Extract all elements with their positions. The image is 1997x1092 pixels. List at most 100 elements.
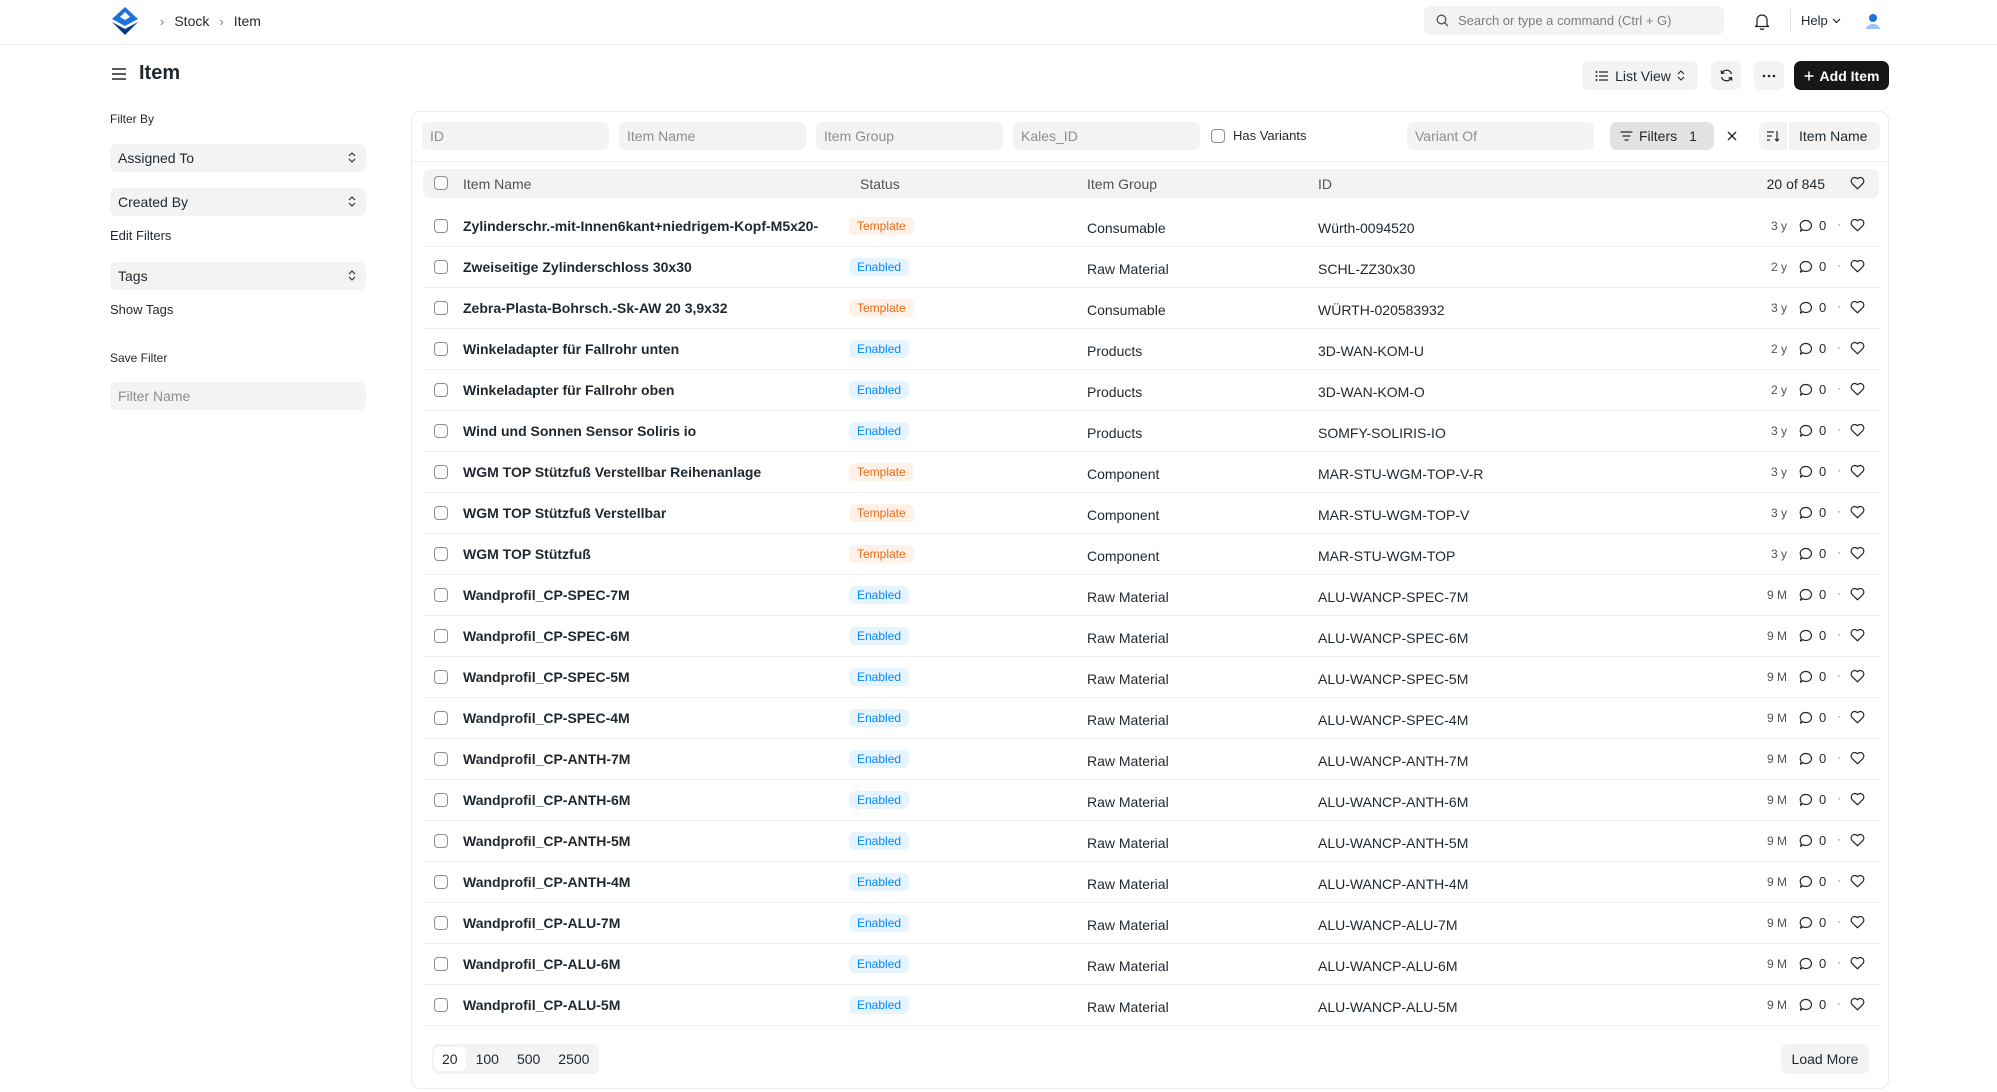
comment-count[interactable]: 0 [1799,874,1826,889]
like-heart-icon[interactable] [1850,587,1865,601]
page-size-option[interactable]: 20 [434,1047,466,1071]
like-heart-icon[interactable] [1850,546,1865,560]
item-name-link[interactable]: WGM TOP Stützfuß [463,546,591,562]
like-heart-icon[interactable] [1850,997,1865,1011]
like-heart-icon[interactable] [1850,382,1865,396]
comment-count[interactable]: 0 [1799,751,1826,766]
item-group-filter-input[interactable] [816,122,1003,150]
item-name-link[interactable]: Wandprofil_CP-SPEC-4M [463,710,630,726]
comment-count[interactable]: 0 [1799,710,1826,725]
has-variants-checkbox[interactable] [1211,128,1225,143]
item-name-link[interactable]: Wind und Sonnen Sensor Soliris io [463,423,696,439]
like-heart-icon[interactable] [1850,218,1865,232]
table-row[interactable]: Wandprofil_CP-SPEC-5M Enabled Raw Material… [423,657,1879,698]
like-heart-icon[interactable] [1850,628,1865,642]
created-by-select[interactable]: Created By [110,188,366,216]
row-checkbox[interactable] [434,424,448,438]
page-size-option[interactable]: 2500 [550,1047,597,1071]
table-row[interactable]: Wandprofil_CP-ALU-7M Enabled Raw Material A… [423,903,1879,944]
like-heart-icon[interactable] [1850,669,1865,683]
comment-count[interactable]: 0 [1799,587,1826,602]
table-row[interactable]: Wandprofil_CP-ALU-6M Enabled Raw Material A… [423,944,1879,985]
comment-count[interactable]: 0 [1799,997,1826,1012]
item-name-link[interactable]: Winkeladapter für Fallrohr oben [463,382,674,398]
item-name-link[interactable]: Wandprofil_CP-SPEC-6M [463,628,630,644]
table-row[interactable]: Wandprofil_CP-SPEC-7M Enabled Raw Material… [423,575,1879,616]
comment-count[interactable]: 0 [1799,341,1826,356]
load-more-button[interactable]: Load More [1781,1044,1869,1074]
row-checkbox[interactable] [434,588,448,602]
item-name-link[interactable]: WGM TOP Stützfuß Verstellbar Reihenanlag… [463,464,761,480]
item-name-link[interactable]: WGM TOP Stützfuß Verstellbar [463,505,666,521]
user-avatar-icon[interactable] [1862,10,1884,32]
item-name-link[interactable]: Zweiseitige Zylinderschloss 30x30 [463,259,692,275]
table-row[interactable]: Zweiseitige Zylinderschloss 30x30 Enabled… [423,247,1879,288]
like-heart-icon[interactable] [1850,915,1865,929]
row-checkbox[interactable] [434,957,448,971]
like-heart-icon[interactable] [1850,874,1865,888]
row-checkbox[interactable] [434,465,448,479]
item-name-filter-input[interactable] [619,122,806,150]
id-filter-input[interactable] [422,122,609,150]
sidebar-toggle-icon[interactable] [110,65,128,83]
page-size-option[interactable]: 100 [468,1047,507,1071]
sort-direction-button[interactable] [1759,122,1787,150]
table-row[interactable]: Wind und Sonnen Sensor Soliris io Enabled… [423,411,1879,452]
row-checkbox[interactable] [434,506,448,520]
row-checkbox[interactable] [434,916,448,930]
comment-count[interactable]: 0 [1799,423,1826,438]
table-row[interactable]: Zebra-Plasta-Bohrsch.-Sk-AW 20 3,9x32 Tem… [423,288,1879,329]
table-row[interactable]: Wandprofil_CP-ANTH-6M Enabled Raw Material… [423,780,1879,821]
comment-count[interactable]: 0 [1799,915,1826,930]
table-row[interactable]: WGM TOP Stützfuß Verstellbar Reihenanlag… [423,452,1879,493]
item-name-link[interactable]: Wandprofil_CP-ANTH-6M [463,792,630,808]
row-checkbox[interactable] [434,342,448,356]
table-row[interactable]: Wandprofil_CP-SPEC-4M Enabled Raw Material… [423,698,1879,739]
row-checkbox[interactable] [434,547,448,561]
row-checkbox[interactable] [434,260,448,274]
row-checkbox[interactable] [434,301,448,315]
comment-count[interactable]: 0 [1799,833,1826,848]
row-checkbox[interactable] [434,998,448,1012]
show-tags-link[interactable]: Show Tags [110,302,173,317]
like-heart-icon[interactable] [1850,259,1865,273]
filters-button[interactable]: Filters 1 [1610,122,1714,150]
like-heart-icon[interactable] [1850,505,1865,519]
search-bar[interactable]: Search or type a command (Ctrl + G) [1424,6,1724,35]
like-heart-icon[interactable] [1850,300,1865,314]
comment-count[interactable]: 0 [1799,792,1826,807]
table-row[interactable]: Zylinderschr.-mit-Innen6kant+niedrigem-K… [423,206,1879,247]
item-name-link[interactable]: Zylinderschr.-mit-Innen6kant+niedrigem-K… [463,218,818,234]
comment-count[interactable]: 0 [1799,464,1826,479]
like-heart-icon[interactable] [1850,423,1865,437]
comment-count[interactable]: 0 [1799,218,1826,233]
has-variants-filter[interactable]: Has Variants [1211,128,1306,143]
like-heart-icon[interactable] [1850,341,1865,355]
row-checkbox[interactable] [434,670,448,684]
comment-count[interactable]: 0 [1799,259,1826,274]
select-all-checkbox[interactable] [434,176,448,190]
like-heart-icon[interactable] [1850,956,1865,970]
table-row[interactable]: Winkeladapter für Fallrohr oben Enabled Pr… [423,370,1879,411]
item-name-link[interactable]: Winkeladapter für Fallrohr unten [463,341,679,357]
row-checkbox[interactable] [434,875,448,889]
refresh-button[interactable] [1711,61,1741,90]
variant-of-filter-input[interactable] [1407,122,1594,150]
list-view-switcher[interactable]: List View [1582,61,1698,90]
assigned-to-select[interactable]: Assigned To [110,144,366,172]
like-heart-icon[interactable] [1850,792,1865,806]
like-heart-icon[interactable] [1850,710,1865,724]
item-name-link[interactable]: Wandprofil_CP-ALU-6M [463,956,620,972]
like-heart-icon[interactable] [1850,751,1865,765]
notification-bell-icon[interactable] [1752,11,1772,31]
row-checkbox[interactable] [434,834,448,848]
filter-name-input[interactable] [110,382,366,410]
app-logo-icon[interactable] [110,6,140,36]
liked-filter-heart-icon[interactable] [1850,176,1865,190]
table-row[interactable]: Wandprofil_CP-ANTH-5M Enabled Raw Material… [423,821,1879,862]
item-name-link[interactable]: Wandprofil_CP-ALU-7M [463,915,620,931]
table-row[interactable]: Wandprofil_CP-ANTH-4M Enabled Raw Material… [423,862,1879,903]
item-name-link[interactable]: Wandprofil_CP-ANTH-7M [463,751,630,767]
table-row[interactable]: WGM TOP Stützfuß Template Component MAR-STU… [423,534,1879,575]
item-name-link[interactable]: Wandprofil_CP-ALU-5M [463,997,620,1013]
